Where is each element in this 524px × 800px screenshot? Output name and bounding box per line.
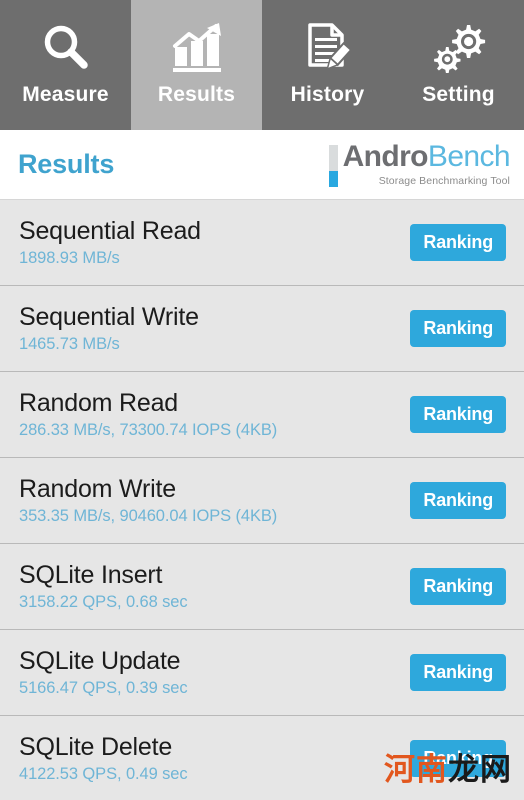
result-name: SQLite Delete	[19, 732, 173, 761]
ranking-button[interactable]: Ranking	[410, 224, 506, 261]
androbench-app: Measure Results History Setting Results …	[0, 0, 524, 800]
tab-measure[interactable]: Measure	[0, 0, 131, 130]
tab-results-label: Results	[157, 83, 236, 106]
result-value: 1465.73 MB/s	[19, 335, 120, 354]
table-row[interactable]: Random Write 353.35 MB/s, 90460.04 IOPS …	[0, 458, 524, 544]
ranking-button[interactable]: Ranking	[410, 740, 506, 777]
result-info: SQLite Delete 4122.53 QPS, 0.49 sec	[19, 733, 188, 785]
result-name: Random Write	[19, 474, 176, 503]
results-list: Sequential Read 1898.93 MB/s Ranking Seq…	[0, 200, 524, 800]
magnifier-icon	[40, 16, 92, 78]
logo-tagline: Storage Benchmarking Tool	[378, 175, 510, 188]
result-info: SQLite Insert 3158.22 QPS, 0.68 sec	[19, 561, 188, 613]
table-row[interactable]: SQLite Update 5166.47 QPS, 0.39 sec Rank…	[0, 630, 524, 716]
result-value: 286.33 MB/s, 73300.74 IOPS (4KB)	[19, 421, 278, 440]
ranking-button[interactable]: Ranking	[410, 482, 506, 519]
tab-setting[interactable]: Setting	[393, 0, 524, 130]
page-header: Results AndroBench Storage Benchmarking …	[0, 130, 524, 200]
top-tab-bar: Measure Results History Setting	[0, 0, 524, 130]
table-row[interactable]: SQLite Insert 3158.22 QPS, 0.68 sec Rank…	[0, 544, 524, 630]
table-row[interactable]: Sequential Read 1898.93 MB/s Ranking	[0, 200, 524, 286]
page-title: Results	[18, 149, 115, 179]
result-name: SQLite Update	[19, 646, 181, 675]
result-value: 3158.22 QPS, 0.68 sec	[19, 593, 188, 612]
tab-history-label: History	[290, 83, 365, 106]
result-name: Sequential Write	[19, 302, 199, 331]
logo-andro: Andro	[342, 140, 429, 174]
ranking-button[interactable]: Ranking	[410, 310, 506, 347]
result-name: Random Read	[19, 388, 179, 417]
result-info: Sequential Read 1898.93 MB/s	[19, 217, 201, 269]
ranking-button[interactable]: Ranking	[410, 568, 506, 605]
tab-results[interactable]: Results	[131, 0, 262, 130]
result-value: 5166.47 QPS, 0.39 sec	[19, 679, 188, 698]
result-info: Sequential Write 1465.73 MB/s	[19, 303, 199, 355]
result-value: 353.35 MB/s, 90460.04 IOPS (4KB)	[19, 507, 278, 526]
document-pencil-icon	[302, 16, 354, 78]
table-row[interactable]: Random Read 286.33 MB/s, 73300.74 IOPS (…	[0, 372, 524, 458]
logo-bench: Bench	[427, 140, 511, 174]
bar-chart-icon	[169, 16, 225, 78]
result-value: 4122.53 QPS, 0.49 sec	[19, 765, 188, 784]
tab-measure-label: Measure	[22, 83, 109, 106]
logo-bar-icon	[328, 144, 338, 187]
logo-wordmark: AndroBench	[342, 140, 511, 174]
logo-text: AndroBench Storage Benchmarking Tool	[342, 140, 511, 188]
gears-icon	[431, 16, 487, 78]
ranking-button[interactable]: Ranking	[410, 654, 506, 691]
tab-history[interactable]: History	[262, 0, 393, 130]
result-info: Random Read 286.33 MB/s, 73300.74 IOPS (…	[19, 389, 277, 441]
ranking-button[interactable]: Ranking	[410, 396, 506, 433]
table-row[interactable]: Sequential Write 1465.73 MB/s Ranking	[0, 286, 524, 372]
result-name: Sequential Read	[19, 216, 201, 245]
result-info: SQLite Update 5166.47 QPS, 0.39 sec	[19, 647, 188, 699]
tab-setting-label: Setting	[422, 83, 495, 106]
table-row[interactable]: SQLite Delete 4122.53 QPS, 0.49 sec Rank…	[0, 716, 524, 800]
result-info: Random Write 353.35 MB/s, 90460.04 IOPS …	[19, 475, 277, 527]
result-name: SQLite Insert	[19, 560, 163, 589]
androbench-logo: AndroBench Storage Benchmarking Tool	[328, 140, 511, 188]
result-value: 1898.93 MB/s	[19, 249, 120, 268]
